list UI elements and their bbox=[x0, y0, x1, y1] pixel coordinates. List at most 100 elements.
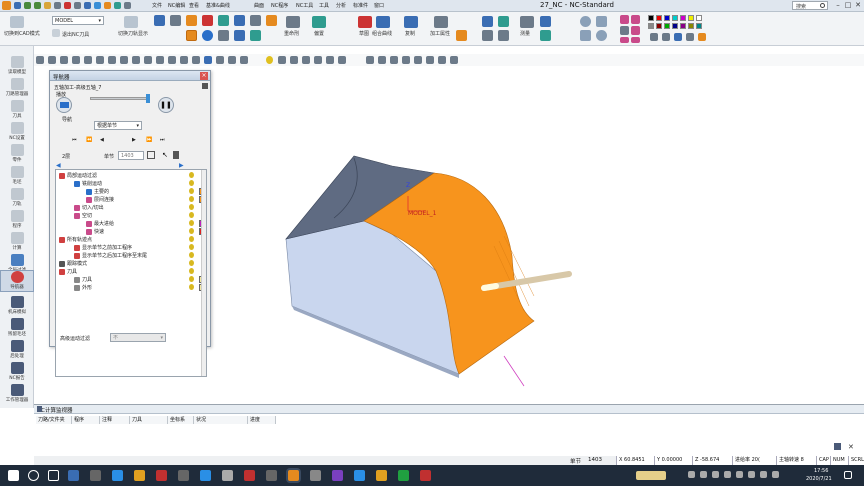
display-icon-1[interactable] bbox=[650, 33, 658, 41]
view-tool-icon-13[interactable] bbox=[180, 56, 188, 64]
view-tool-icon-27[interactable] bbox=[390, 56, 398, 64]
cad-mode-icon[interactable] bbox=[10, 16, 24, 28]
pan-icon[interactable] bbox=[596, 16, 607, 27]
tray-icon-1[interactable] bbox=[688, 471, 695, 478]
view-tool-icon-17[interactable] bbox=[228, 56, 236, 64]
visibility-bulb-icon[interactable] bbox=[189, 228, 194, 234]
sidebar-item-compute[interactable]: 计算 bbox=[0, 232, 34, 251]
nc-tool-icon-11[interactable] bbox=[234, 30, 245, 41]
menu-view[interactable]: 查看 bbox=[189, 2, 199, 9]
sidebar-item-navigator[interactable]: 导航器 bbox=[0, 270, 34, 292]
nc-tool-icon-10[interactable] bbox=[218, 30, 229, 41]
menu-window[interactable]: 窗口 bbox=[374, 2, 384, 9]
monitor-settings-icon[interactable] bbox=[834, 443, 841, 450]
view-icon[interactable] bbox=[64, 2, 71, 9]
tree-item-tool[interactable]: 刀具 bbox=[74, 276, 92, 283]
menu-file[interactable]: 文件 bbox=[152, 2, 162, 9]
view-tool-icon-21[interactable] bbox=[302, 56, 310, 64]
navigation-mode-select[interactable]: 根据单节 ▾ bbox=[94, 121, 142, 130]
view-tool-icon-16[interactable] bbox=[216, 56, 224, 64]
last-block-button[interactable]: ⏭ bbox=[160, 137, 165, 143]
menu-tools[interactable]: 工具 bbox=[319, 2, 329, 9]
visibility-bulb-icon[interactable] bbox=[189, 212, 194, 218]
view-tool-icon-29[interactable] bbox=[414, 56, 422, 64]
nc-tool-icon-7[interactable] bbox=[250, 15, 261, 26]
color-swatch-gray[interactable] bbox=[648, 23, 654, 29]
sidebar-item-stock[interactable]: 毛坯 bbox=[0, 166, 34, 185]
analysis-icon-2[interactable] bbox=[540, 30, 551, 41]
model-select[interactable]: MODEL ▾ bbox=[52, 16, 104, 25]
view-tool-icon-9[interactable] bbox=[132, 56, 140, 64]
sidebar-item-work-manager[interactable]: 工作管理器 bbox=[0, 384, 34, 403]
sidebar-item-nc-settings[interactable]: NC设置 bbox=[0, 122, 34, 141]
visibility-bulb-icon[interactable] bbox=[189, 172, 194, 178]
color-swatch-olive[interactable] bbox=[688, 23, 694, 29]
view-tool-icon-6[interactable] bbox=[96, 56, 104, 64]
navigator-title-bar[interactable]: 导航器 × bbox=[50, 71, 210, 81]
draw-icon-1[interactable] bbox=[482, 16, 493, 27]
prev-block-button[interactable]: ◀ bbox=[100, 137, 104, 143]
taskbar-search-icon[interactable] bbox=[28, 470, 39, 481]
composite-curve-icon[interactable] bbox=[376, 16, 390, 28]
layer-icon-3[interactable] bbox=[620, 26, 629, 35]
view-tool-icon-5[interactable] bbox=[84, 56, 92, 64]
view-tool-icon-19[interactable] bbox=[278, 56, 286, 64]
visibility-bulb-icon[interactable] bbox=[189, 276, 194, 282]
tree-item-milling-motion[interactable]: 铣削运动 bbox=[74, 180, 102, 187]
tray-icon-5[interactable] bbox=[772, 471, 779, 478]
visibility-bulb-icon[interactable] bbox=[189, 268, 194, 274]
windows-start-icon[interactable] bbox=[8, 470, 19, 481]
sidebar-item-program[interactable]: 程序 bbox=[0, 210, 34, 229]
tray-icon-3[interactable] bbox=[712, 471, 719, 478]
orange-tool-icon[interactable] bbox=[104, 2, 111, 9]
arrow-left-icon[interactable]: ◀ bbox=[56, 162, 61, 169]
column-header-csys[interactable]: 坐标系 bbox=[168, 416, 194, 424]
layer-icon-4[interactable] bbox=[631, 26, 640, 35]
column-header-program[interactable]: 程序 bbox=[72, 416, 100, 424]
nc-tool-icon-4[interactable] bbox=[202, 15, 213, 26]
nc-tool-icon-6[interactable] bbox=[234, 15, 245, 26]
sidebar-item-nc-report[interactable]: NC报告 bbox=[0, 362, 34, 381]
view-tool-icon-15[interactable] bbox=[204, 56, 212, 64]
rotate-icon[interactable] bbox=[596, 30, 607, 41]
menu-nc-edit[interactable]: NC编辑 bbox=[168, 2, 185, 9]
analysis-icon-1[interactable] bbox=[540, 16, 551, 27]
zoom-fit-icon[interactable] bbox=[580, 30, 591, 41]
nc-tool-icon-5[interactable] bbox=[218, 15, 229, 26]
rename-icon[interactable] bbox=[286, 16, 300, 28]
sketch-icon[interactable] bbox=[358, 16, 372, 28]
clock-time[interactable]: 17:56 bbox=[814, 468, 828, 474]
app-icon-12[interactable] bbox=[310, 470, 321, 481]
tree-scrollbar[interactable] bbox=[201, 170, 206, 376]
view-tool-icon-26[interactable] bbox=[378, 56, 386, 64]
color-swatch-black[interactable] bbox=[648, 15, 654, 21]
visibility-bulb-icon[interactable] bbox=[189, 180, 194, 186]
navigator-close-button[interactable]: × bbox=[200, 72, 208, 80]
sidebar-item-residual-stock[interactable]: 残留毛坯 bbox=[0, 318, 34, 337]
column-header-comment[interactable]: 注释 bbox=[100, 416, 130, 424]
display-icon-2[interactable] bbox=[662, 33, 670, 41]
visibility-bulb-icon[interactable] bbox=[189, 284, 194, 290]
visibility-bulb-icon[interactable] bbox=[189, 188, 194, 194]
zoom-icon[interactable] bbox=[580, 16, 591, 27]
view-tool-icon-25[interactable] bbox=[366, 56, 374, 64]
menu-analysis[interactable]: 分析 bbox=[336, 2, 346, 9]
first-block-button[interactable]: ⏮ bbox=[72, 137, 77, 143]
play-speed-slider[interactable] bbox=[90, 97, 150, 100]
program-info-icon[interactable] bbox=[202, 83, 208, 89]
tree-item-all-points[interactable]: 所有轨迹点 bbox=[59, 236, 92, 243]
grid-icon[interactable] bbox=[94, 2, 101, 9]
language-icon[interactable] bbox=[748, 471, 755, 478]
layer-icon[interactable] bbox=[124, 2, 131, 9]
sidebar-item-read-model[interactable]: 读取模型 bbox=[0, 56, 34, 75]
nc-tool-icon-1[interactable] bbox=[154, 15, 165, 26]
column-header-tool[interactable]: 刀具 bbox=[130, 416, 168, 424]
view-tool-icon-30[interactable] bbox=[426, 56, 434, 64]
visibility-bulb-icon[interactable] bbox=[189, 220, 194, 226]
redo-icon[interactable] bbox=[34, 2, 41, 9]
nc-tool-icon-8[interactable] bbox=[266, 15, 277, 26]
view-tool-icon-3[interactable] bbox=[60, 56, 68, 64]
measure-ribbon-icon[interactable] bbox=[520, 16, 534, 28]
tree-item-tool-group[interactable]: 刀具 bbox=[59, 268, 77, 275]
offset-icon[interactable] bbox=[312, 16, 326, 28]
